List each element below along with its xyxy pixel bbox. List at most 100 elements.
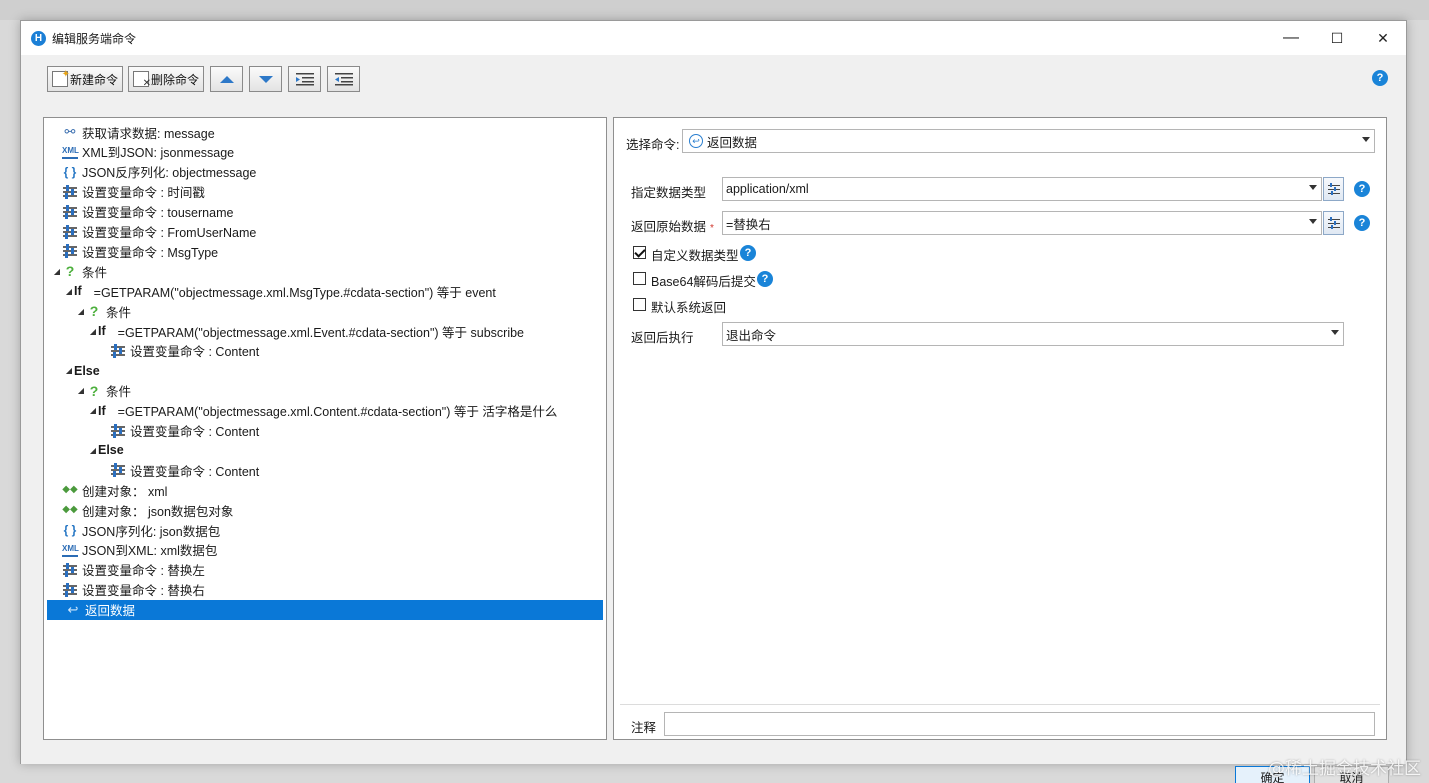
app-icon: H: [31, 31, 46, 46]
delete-command-button[interactable]: ✕ 删除命令: [128, 66, 204, 92]
tree-item-label: JSON反序列化: objectmessage: [82, 166, 257, 181]
data-type-help-icon[interactable]: ?: [1354, 181, 1370, 197]
default-return-label: 默认系统返回: [651, 301, 727, 315]
tree-item[interactable]: ◆◆ 创建对象： xml: [44, 480, 606, 500]
tree-item-label: 设置变量命令 : Content: [130, 425, 260, 439]
tree-item[interactable]: ◢ If =GETPARAM("objectmessage.xml.Event.#c…: [44, 321, 606, 341]
return-data-icon: ↩: [689, 134, 703, 148]
move-up-button[interactable]: [210, 66, 243, 92]
expand-toggle-icon[interactable]: ◢: [76, 386, 86, 395]
expand-toggle-icon[interactable]: ◢: [88, 446, 98, 455]
tree-item[interactable]: ◢ If =GETPARAM("objectmessage.xml.Content.…: [44, 401, 606, 421]
default-return-checkbox[interactable]: [633, 298, 646, 311]
tree-item-label: 设置变量命令 : FromUserName: [82, 226, 257, 240]
branch-keyword: If: [98, 324, 106, 338]
tree-item[interactable]: 设置变量命令 : Content: [44, 421, 606, 441]
select-command-dropdown[interactable]: ↩ 返回数据: [682, 129, 1375, 153]
raw-data-help-icon[interactable]: ?: [1354, 215, 1370, 231]
set-variable-icon: [110, 462, 126, 478]
select-command-label: 选择命令:: [626, 138, 680, 152]
required-marker: *: [710, 223, 714, 234]
raw-data-formula-button[interactable]: [1323, 211, 1344, 235]
base64-checkbox[interactable]: [633, 272, 646, 285]
title-bar[interactable]: H 编辑服务端命令 — ☐ ✕: [21, 21, 1406, 55]
condition-icon: ?: [89, 382, 99, 399]
custom-type-help-icon[interactable]: ?: [740, 245, 756, 261]
tree-item[interactable]: { } JSON反序列化: objectmessage: [44, 162, 606, 182]
after-return-value: 退出命令: [726, 328, 777, 343]
set-variable-icon: [62, 562, 78, 578]
watermark: @稀土掘金技术社区: [1268, 759, 1421, 779]
indent-icon: [295, 73, 314, 86]
set-variable-icon: [110, 343, 126, 359]
tree-item[interactable]: ◢ Else: [44, 361, 606, 381]
tree-item[interactable]: 设置变量命令 : tousername: [44, 202, 606, 222]
set-variable-icon: [110, 423, 126, 439]
tree-item[interactable]: XML XML到JSON: jsonmessage: [44, 142, 606, 162]
tree-item[interactable]: ◢ Else: [44, 440, 606, 460]
base64-help-icon[interactable]: ?: [757, 271, 773, 287]
set-variable-icon: [62, 204, 78, 220]
command-properties-panel: 选择命令: ↩ 返回数据 指定数据类型 application/xml ? 返回…: [613, 117, 1387, 740]
expand-toggle-icon[interactable]: ◢: [88, 327, 98, 336]
tree-item[interactable]: 设置变量命令 : Content: [44, 341, 606, 361]
tree-item[interactable]: { } JSON序列化: json数据包: [44, 520, 606, 540]
tree-item[interactable]: XML JSON到XML: xml数据包: [44, 540, 606, 560]
tree-item[interactable]: 设置变量命令 : 替换右: [44, 580, 606, 600]
help-button-top[interactable]: ?: [1372, 70, 1388, 86]
window-title: 编辑服务端命令: [52, 32, 137, 46]
tree-item-label: 设置变量命令 : tousername: [82, 206, 234, 221]
tree-item-label: =GETPARAM("objectmessage.xml.Content.#cd…: [117, 405, 558, 420]
tree-item[interactable]: ◆◆ 创建对象： json数据包对象: [44, 500, 606, 520]
condition-icon: ?: [89, 303, 99, 320]
close-button[interactable]: ✕: [1360, 21, 1406, 55]
data-type-combo[interactable]: application/xml: [722, 177, 1322, 201]
custom-type-checkbox[interactable]: [633, 246, 646, 259]
tree-item[interactable]: 设置变量命令 : MsgType: [44, 241, 606, 261]
raw-data-combo[interactable]: =替换右: [722, 211, 1322, 235]
expand-toggle-icon[interactable]: ◢: [88, 406, 98, 415]
data-type-formula-button[interactable]: [1323, 177, 1344, 201]
after-return-dropdown[interactable]: 退出命令: [722, 322, 1344, 346]
expand-toggle-icon[interactable]: ◢: [64, 366, 74, 375]
select-command-value: 返回数据: [707, 135, 758, 150]
return-icon: ↩: [67, 601, 79, 617]
maximize-button[interactable]: ☐: [1314, 21, 1360, 55]
tree-item-label: 获取请求数据: message: [82, 126, 215, 141]
branch-keyword: Else: [74, 363, 100, 378]
tree-item[interactable]: 设置变量命令 : 时间戳: [44, 182, 606, 202]
branch-keyword: Else: [98, 443, 124, 458]
tree-item[interactable]: ◢? 条件: [44, 301, 606, 321]
xml-icon: XML: [62, 543, 79, 557]
object-icon: ◆◆: [62, 484, 78, 496]
new-command-button[interactable]: ✦ 新建命令: [47, 66, 123, 92]
tree-item[interactable]: ◢? 条件: [44, 381, 606, 401]
expand-toggle-icon[interactable]: ◢: [64, 287, 74, 296]
set-variable-icon: [62, 224, 78, 240]
tree-item[interactable]: ◢? 条件: [44, 261, 606, 281]
delete-command-label: 删除命令: [151, 72, 200, 87]
expand-toggle-icon[interactable]: ◢: [52, 267, 62, 276]
minimize-button[interactable]: —: [1268, 21, 1314, 55]
tree-item-label: 设置变量命令 : Content: [130, 464, 260, 479]
panel-divider: [620, 704, 1380, 705]
command-tree[interactable]: ⚯ 获取请求数据: message XML XML到JSON: jsonmessage…: [43, 117, 607, 740]
move-down-button[interactable]: [249, 66, 282, 92]
note-input[interactable]: [664, 712, 1375, 736]
set-variable-icon: [62, 184, 78, 200]
tree-item-label: 条件: [82, 265, 108, 280]
expand-toggle-icon[interactable]: ◢: [76, 307, 86, 316]
outdent-button[interactable]: [327, 66, 360, 92]
tree-item[interactable]: ◢ If =GETPARAM("objectmessage.xml.MsgType.…: [44, 281, 606, 301]
branch-icon: ⚯: [64, 124, 76, 139]
data-type-label: 指定数据类型: [631, 186, 707, 200]
tree-item[interactable]: ⚯ 获取请求数据: message: [44, 122, 606, 142]
tree-item[interactable]: 设置变量命令 : 替换左: [44, 560, 606, 580]
raw-data-value: =替换右: [726, 217, 771, 232]
tree-item[interactable]: 设置变量命令 : Content: [44, 460, 606, 480]
chevron-down-icon: [1309, 185, 1317, 190]
tree-item[interactable]: 设置变量命令 : FromUserName: [44, 222, 606, 242]
tree-item-label: 设置变量命令 : Content: [130, 345, 260, 360]
indent-button[interactable]: [288, 66, 321, 92]
tree-item[interactable]: ↩ 返回数据: [47, 599, 603, 620]
